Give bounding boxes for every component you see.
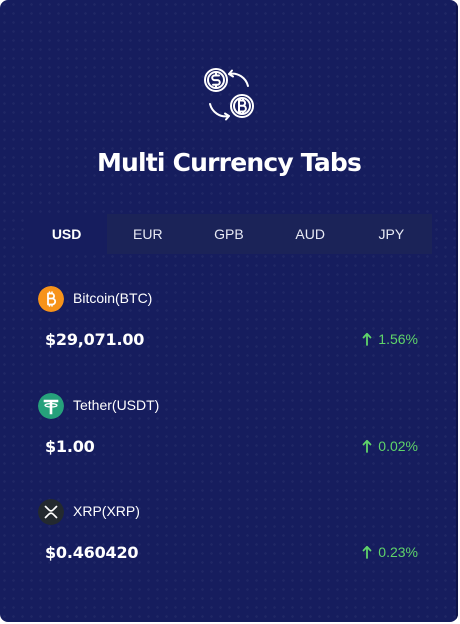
currency-exchange-icon	[204, 68, 254, 121]
currency-tabs: USD EUR GPB AUD JPY	[26, 214, 432, 254]
tab-gpb[interactable]: GPB	[188, 214, 269, 254]
currency-widget: Multi Currency Tabs USD EUR GPB AUD JPY …	[0, 0, 458, 622]
coin-name: Bitcoin(BTC)	[73, 290, 153, 306]
coin-price: $0.460420	[45, 543, 139, 562]
coin-name: Tether(USDT)	[73, 397, 160, 413]
arrow-up-icon	[362, 545, 372, 559]
tab-eur[interactable]: EUR	[107, 214, 188, 254]
arrow-up-icon	[362, 332, 372, 346]
widget-title: Multi Currency Tabs	[96, 148, 362, 177]
coin-change-value: 0.23%	[378, 544, 418, 560]
bitcoin-icon	[38, 286, 64, 312]
coin-row-tether: Tether(USDT) $1.00 0.02%	[38, 393, 422, 463]
coin-name: XRP(XRP)	[73, 503, 140, 519]
coin-change: 0.23%	[362, 544, 418, 560]
xrp-icon	[38, 499, 64, 525]
coin-change: 1.56%	[362, 331, 418, 347]
coin-price: $29,071.00	[45, 330, 145, 349]
coin-change: 0.02%	[362, 438, 418, 454]
tab-jpy[interactable]: JPY	[351, 214, 432, 254]
coin-change-value: 1.56%	[378, 331, 418, 347]
tab-aud[interactable]: AUD	[270, 214, 351, 254]
arrow-up-icon	[362, 439, 372, 453]
coin-row-xrp: XRP(XRP) $0.460420 0.23%	[38, 499, 422, 569]
coin-price: $1.00	[45, 437, 95, 456]
tab-usd[interactable]: USD	[26, 214, 108, 254]
tether-icon	[38, 393, 64, 419]
coin-row-bitcoin: Bitcoin(BTC) $29,071.00 1.56%	[38, 286, 422, 356]
coin-change-value: 0.02%	[378, 438, 418, 454]
